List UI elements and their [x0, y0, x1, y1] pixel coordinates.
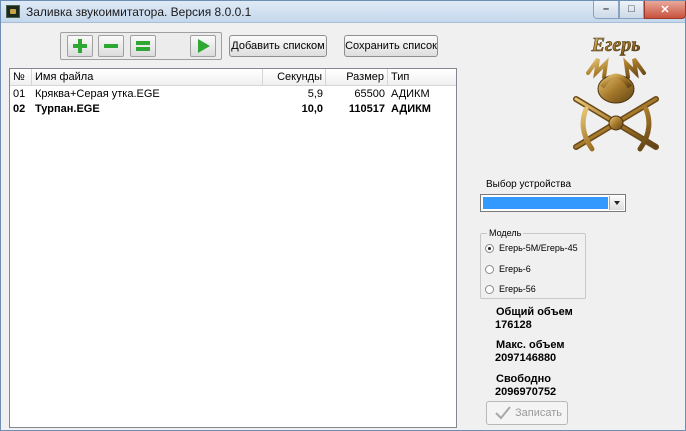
cell-number: 02 [13, 103, 26, 115]
remove-file-button[interactable] [98, 35, 124, 57]
logo-text: Егерь [591, 34, 641, 56]
clear-list-button[interactable] [130, 35, 156, 57]
maximize-icon: □ [628, 3, 635, 15]
column-header-number[interactable]: № [10, 69, 32, 86]
cell-type: АДИКМ [391, 103, 431, 115]
radio-icon[interactable] [485, 244, 494, 253]
play-button[interactable] [190, 35, 216, 57]
table-row[interactable]: 02 Турпан.EGE 10,0 110517 АДИКМ [10, 102, 456, 117]
add-list-button[interactable]: Добавить списком [229, 35, 327, 57]
cell-filename: Турпан.EGE [35, 103, 100, 115]
model-group: Модель Егерь-5М/Егерь-45 Егерь-6 Егерь-5… [480, 228, 586, 299]
model-legend: Модель [487, 228, 524, 238]
brand-logo: Егерь [573, 34, 659, 152]
cell-filename: Кряква+Серая утка.EGE [35, 88, 160, 100]
max-volume-value: 2097146880 [495, 352, 557, 364]
minus-icon [104, 44, 118, 48]
total-volume-value: 176128 [495, 319, 532, 331]
device-select[interactable] [480, 194, 626, 212]
toolbar [60, 32, 222, 60]
radio-icon[interactable] [485, 285, 494, 294]
close-button[interactable]: ✕ [644, 1, 686, 19]
window-title: Заливка звукоимитатора. Версия 8.0.0.1 [26, 5, 252, 19]
model-option-label: Егерь-56 [499, 284, 536, 294]
free-space-label: Свободно [496, 373, 551, 385]
minimize-icon: – [602, 3, 610, 15]
main-window: Заливка звукоимитатора. Версия 8.0.0.1 –… [0, 0, 686, 431]
checkmark-icon [495, 406, 511, 420]
file-list[interactable]: № Имя файла Секунды Размер Тип 01 Кряква… [9, 68, 457, 428]
cell-number: 01 [13, 88, 26, 100]
maximize-button[interactable]: □ [619, 1, 644, 19]
column-header-type[interactable]: Тип [388, 69, 456, 86]
save-list-button[interactable]: Сохранить список [344, 35, 438, 57]
max-volume-label: Макс. объем [496, 339, 565, 351]
list-header: № Имя файла Секунды Размер Тип [10, 69, 456, 86]
title-bar[interactable]: Заливка звукоимитатора. Версия 8.0.0.1 –… [1, 1, 686, 23]
plus-icon [73, 39, 87, 53]
total-volume-label: Общий объем [496, 306, 573, 318]
cell-size: 110517 [348, 103, 385, 115]
radio-icon[interactable] [485, 265, 494, 274]
add-file-button[interactable] [67, 35, 93, 57]
model-option-label: Егерь-5М/Егерь-45 [499, 243, 578, 253]
table-row[interactable]: 01 Кряква+Серая утка.EGE 5,9 65500 АДИКМ [10, 87, 456, 102]
cell-seconds: 5,9 [307, 88, 323, 100]
close-icon: ✕ [660, 4, 670, 16]
app-icon [6, 5, 20, 18]
play-icon [198, 39, 210, 53]
column-header-seconds[interactable]: Секунды [263, 69, 326, 86]
write-button-label: Записать [515, 407, 563, 419]
cell-size: 65500 [354, 88, 385, 100]
chevron-down-icon[interactable] [609, 196, 624, 210]
minimize-button[interactable]: – [593, 1, 619, 19]
cell-seconds: 10,0 [301, 103, 323, 115]
write-button[interactable]: Записать [486, 401, 568, 425]
column-header-size[interactable]: Размер [326, 69, 388, 86]
device-label: Выбор устройства [486, 179, 572, 190]
column-header-filename[interactable]: Имя файла [32, 69, 263, 86]
client-area: Добавить списком Сохранить список № Имя … [2, 24, 685, 430]
device-selected-value [483, 197, 608, 209]
equal-icon [136, 41, 150, 51]
cell-type: АДИКМ [391, 88, 430, 100]
model-option-label: Егерь-6 [499, 264, 531, 274]
free-space-value: 2096970752 [495, 386, 557, 398]
